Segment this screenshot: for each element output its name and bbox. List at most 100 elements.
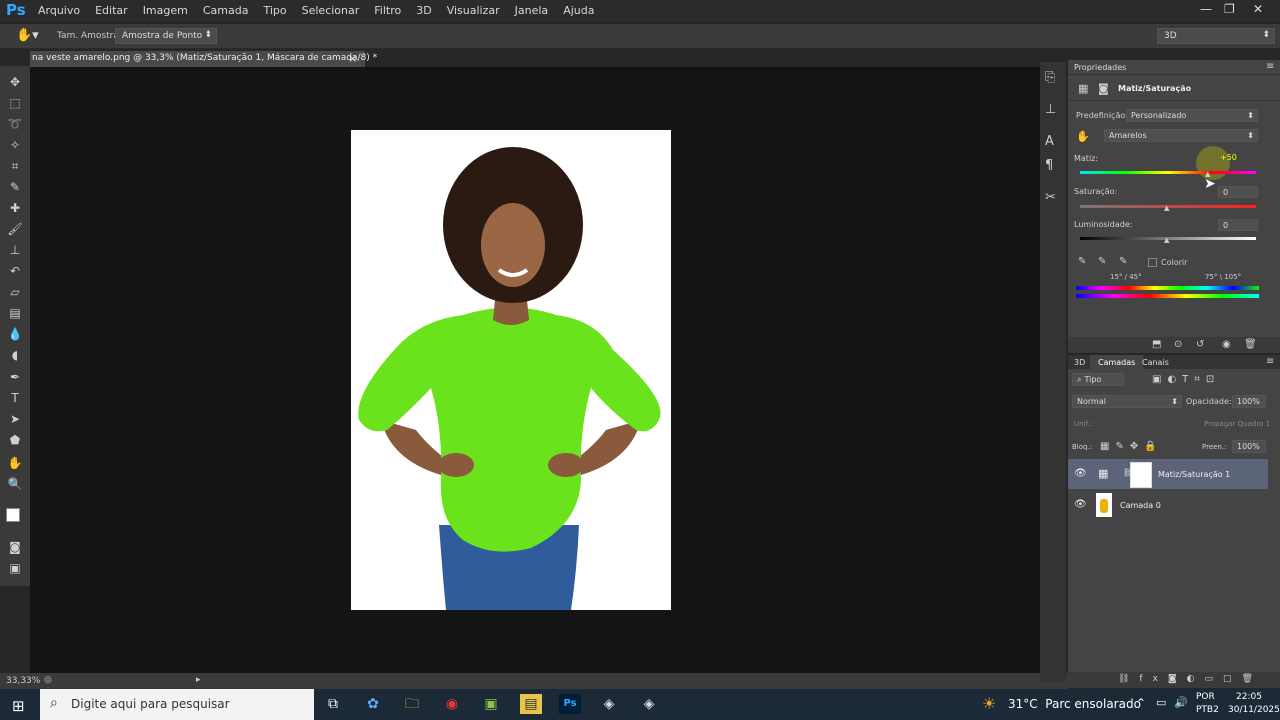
tab-channels[interactable]: Canais xyxy=(1142,358,1169,367)
workspace-dropdown[interactable]: 3D ⬍ xyxy=(1157,28,1275,44)
document-tab[interactable]: na veste amarelo.png @ 33,3% (Matiz/Satu… xyxy=(30,51,377,67)
path-selection-icon[interactable]: ➤ xyxy=(7,411,23,427)
network-icon[interactable]: ▭ xyxy=(1156,696,1166,709)
language-top[interactable]: POR xyxy=(1196,692,1215,702)
history-panel-icon[interactable]: ⎘ xyxy=(1045,70,1055,85)
gradient-tool-icon[interactable]: ▤ xyxy=(7,305,23,321)
clock-date[interactable]: 30/11/2025 xyxy=(1228,705,1280,715)
clip-to-layer-icon[interactable]: ⬒ xyxy=(1152,339,1161,350)
lasso-tool-icon[interactable]: ➰ xyxy=(7,116,23,132)
panel-menu-icon[interactable]: ≡ xyxy=(1266,61,1274,72)
paragraph-panel-icon[interactable]: ¶ xyxy=(1045,158,1053,173)
menu-camada[interactable]: Camada xyxy=(203,4,249,17)
restore-icon[interactable]: ❐ xyxy=(1224,2,1235,16)
screen-mode-icon[interactable]: ▣ xyxy=(7,560,23,576)
healing-brush-icon[interactable]: ✚ xyxy=(7,200,23,216)
windows-start-icon[interactable]: ⊞ xyxy=(12,697,25,715)
document-image[interactable] xyxy=(351,130,671,610)
layer-thumbnail[interactable] xyxy=(1096,493,1112,517)
visibility-toggle-icon[interactable]: ◉ xyxy=(1222,339,1231,350)
layer-actions-icons[interactable]: ⛓fx◙◐▭▢🗑 xyxy=(1118,674,1263,684)
hue-value[interactable]: +50 xyxy=(1216,152,1258,164)
blend-mode-dropdown[interactable]: Normal ⬍ xyxy=(1072,395,1182,408)
status-arrow-icon[interactable]: ▸ xyxy=(196,675,201,685)
layer-mask-thumbnail[interactable] xyxy=(1130,462,1152,488)
task-view-icon[interactable]: ⧉ xyxy=(322,694,344,714)
saturation-value[interactable]: 0 xyxy=(1218,186,1258,198)
status-info-icon[interactable]: ◎ xyxy=(44,675,52,685)
eye-icon[interactable]: 👁 xyxy=(1074,468,1087,479)
fill-field[interactable]: 100% xyxy=(1232,440,1266,453)
clock-time[interactable]: 22:05 xyxy=(1236,692,1262,702)
copilot-icon[interactable]: ✿ xyxy=(362,694,384,714)
shape-tool-icon[interactable]: ⬟ xyxy=(7,432,23,448)
saturation-slider-thumb[interactable]: ▲ xyxy=(1164,204,1169,212)
hand-tool-preset-icon[interactable]: ✋▾ xyxy=(16,28,39,43)
character-panel-icon[interactable]: A xyxy=(1045,134,1054,149)
zoom-tool-icon[interactable]: 🔍 xyxy=(7,476,23,492)
adjustment-icon[interactable]: ▦ xyxy=(1078,82,1088,95)
mask-icon[interactable]: ◙ xyxy=(1098,82,1109,95)
layer-filter-icons[interactable]: ▣◐T⌗⊡ xyxy=(1152,374,1220,385)
lightness-value[interactable]: 0 xyxy=(1218,219,1258,231)
colorize-checkbox[interactable] xyxy=(1148,258,1157,267)
game-app-2-icon[interactable]: ◈ xyxy=(638,694,660,714)
targeted-adjustment-icon[interactable]: ✋ xyxy=(1076,130,1090,143)
blur-tool-icon[interactable]: 💧 xyxy=(7,326,23,342)
menu-arquivo[interactable]: Arquivo xyxy=(38,4,80,17)
menu-editar[interactable]: Editar xyxy=(95,4,128,17)
menu-selecionar[interactable]: Selecionar xyxy=(302,4,360,17)
properties-tab[interactable]: Propriedades xyxy=(1074,63,1126,72)
menu-tipo[interactable]: Tipo xyxy=(263,4,286,17)
lock-icons[interactable]: ▦✎✥🔒 xyxy=(1100,441,1163,452)
type-tool-icon[interactable]: T xyxy=(7,390,23,406)
clone-stamp-icon[interactable]: ⊥ xyxy=(7,242,23,258)
menu-visualizar[interactable]: Visualizar xyxy=(447,4,500,17)
media-app-icon[interactable]: ◉ xyxy=(441,694,463,714)
lightness-slider-thumb[interactable]: ▲ xyxy=(1164,236,1169,244)
quick-mask-icon[interactable]: ◙ xyxy=(7,539,23,555)
sample-size-dropdown[interactable]: Amostra de Ponto ⬍ xyxy=(115,28,217,44)
menu-janela[interactable]: Janela xyxy=(515,4,549,17)
close-document-icon[interactable]: × xyxy=(348,52,357,65)
magic-wand-icon[interactable]: ✧ xyxy=(7,137,23,153)
game-app-icon[interactable]: ◈ xyxy=(598,694,620,714)
weather-text[interactable]: 31°C Parc ensolarado xyxy=(1008,697,1141,711)
volume-icon[interactable]: 🔊 xyxy=(1174,696,1188,709)
menu-filtro[interactable]: Filtro xyxy=(374,4,401,17)
eyedropper-tool-icon[interactable]: ✎ xyxy=(7,179,23,195)
eraser-tool-icon[interactable]: ▱ xyxy=(7,284,23,300)
notes-app-icon[interactable]: ▤ xyxy=(520,694,542,714)
photoshop-taskbar-icon[interactable]: Ps xyxy=(559,694,581,714)
marquee-tool-icon[interactable]: ⬚ xyxy=(7,95,23,111)
close-window-icon[interactable]: ✕ xyxy=(1253,2,1263,16)
preset-dropdown[interactable]: Personalizado ⬍ xyxy=(1126,109,1258,122)
layer-row[interactable]: 👁 ▦ ⛓ Matiz/Saturação 1 xyxy=(1068,459,1268,489)
hue-slider[interactable] xyxy=(1080,171,1256,174)
panel-menu-icon[interactable]: ≡ xyxy=(1266,356,1274,367)
delete-adjustment-icon[interactable]: 🗑 xyxy=(1244,339,1257,350)
tab-layers[interactable]: Camadas xyxy=(1090,355,1144,369)
layer-row[interactable]: 👁 Camada 0 xyxy=(1068,490,1268,520)
range-dropdown[interactable]: Amarelos ⬍ xyxy=(1104,129,1258,142)
view-previous-icon[interactable]: ⊙ xyxy=(1174,339,1182,350)
color-range-bar-bottom[interactable] xyxy=(1076,294,1259,298)
language-bottom[interactable]: PTB2 xyxy=(1196,705,1219,715)
image-app-icon[interactable]: ▣ xyxy=(480,694,502,714)
taskbar-search[interactable]: ⌕ Digite aqui para pesquisar xyxy=(40,689,314,720)
eyedropper-icon[interactable]: ✎ xyxy=(1078,256,1086,267)
filter-kind-dropdown[interactable]: ⌕ Tipo xyxy=(1072,373,1124,386)
propagate-label[interactable]: Propagar Quadro 1 xyxy=(1204,420,1270,428)
clone-source-panel-icon[interactable]: ⊥ xyxy=(1045,102,1056,117)
move-tool-icon[interactable]: ✥ xyxy=(7,74,23,90)
crop-tool-icon[interactable]: ⌗ xyxy=(7,158,23,174)
brush-tool-icon[interactable]: 🖌 xyxy=(7,221,23,237)
tool-presets-icon[interactable]: ✂ xyxy=(1045,190,1056,205)
layer-name[interactable]: Matiz/Saturação 1 xyxy=(1158,470,1230,479)
tab-3d[interactable]: 3D xyxy=(1074,358,1085,367)
menu-imagem[interactable]: Imagem xyxy=(143,4,188,17)
eyedropper-plus-icon[interactable]: ✎ xyxy=(1098,256,1106,267)
dodge-tool-icon[interactable]: ◖ xyxy=(7,347,23,363)
foreground-color-swatch[interactable] xyxy=(6,508,20,522)
hand-tool-icon[interactable]: ✋ xyxy=(7,455,23,471)
